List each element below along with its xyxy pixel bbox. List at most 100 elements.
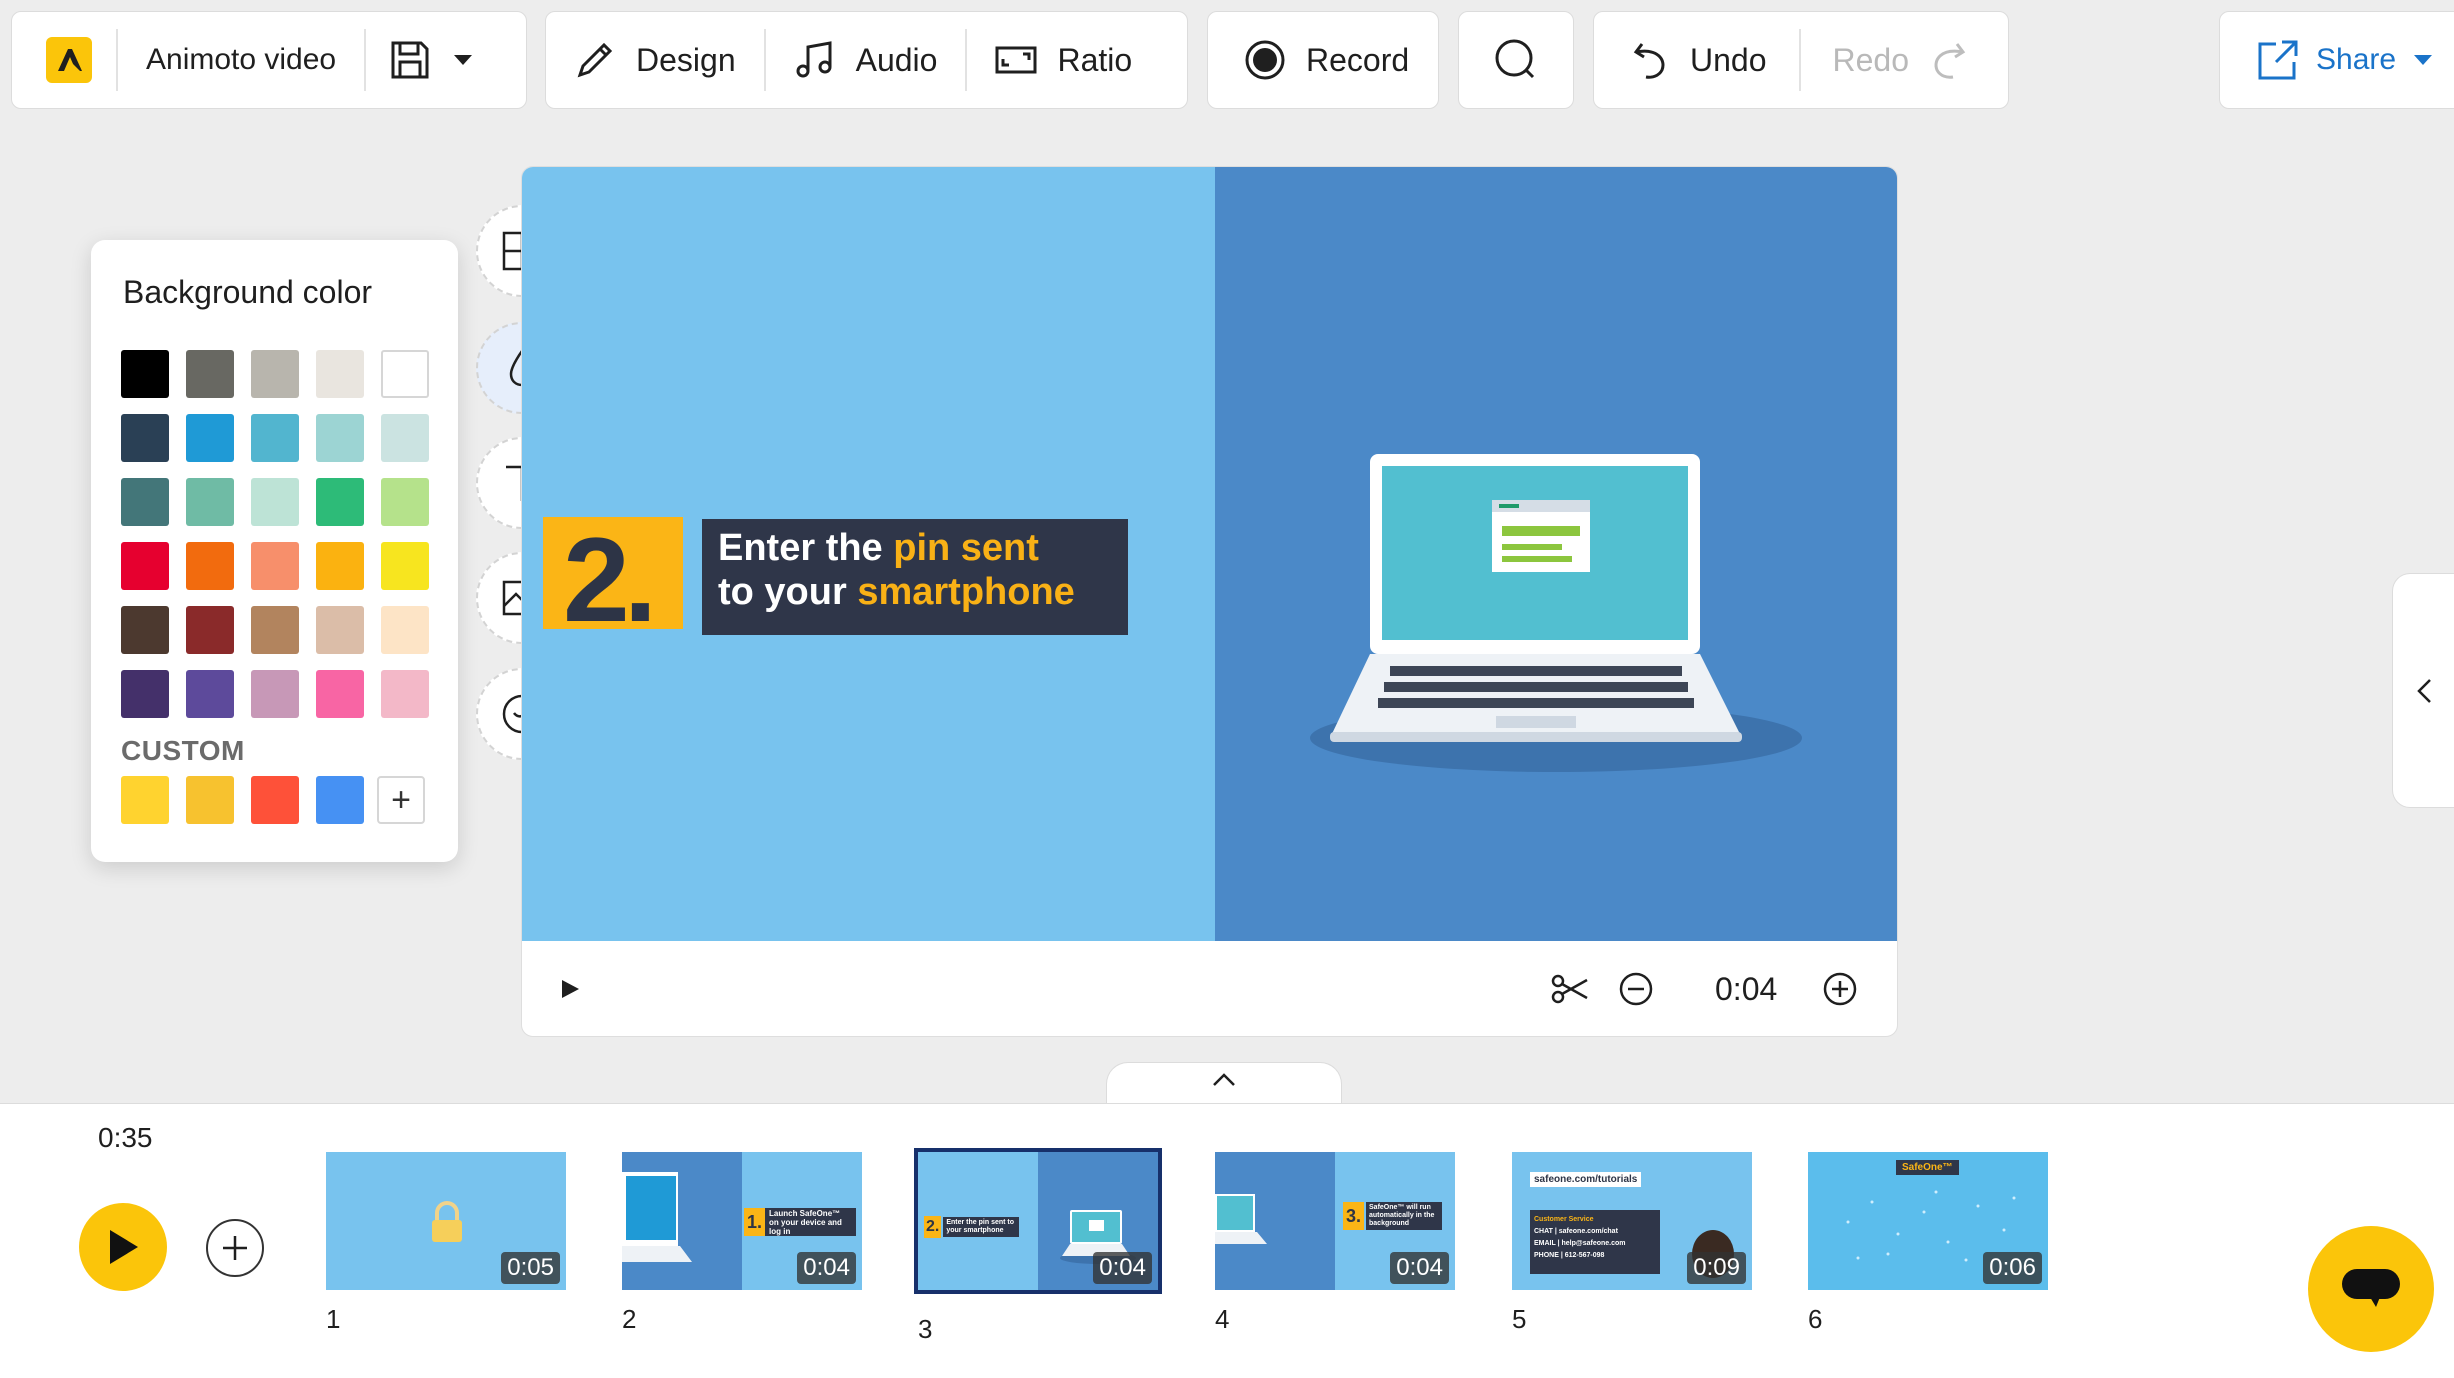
color-swatch[interactable] <box>121 414 169 462</box>
color-swatch[interactable] <box>251 350 299 398</box>
scene-duration-badge: 0:09 <box>1687 1252 1746 1284</box>
scene-duration-badge: 0:05 <box>501 1252 560 1284</box>
thumb-step-number: 3. <box>1343 1202 1365 1230</box>
thumb-step-number: 1. <box>744 1208 766 1236</box>
custom-color-swatch[interactable] <box>251 776 299 824</box>
thumb-caption: 3. SafeOne™ will run automatically in th… <box>1343 1202 1449 1230</box>
custom-color-swatch[interactable] <box>316 776 364 824</box>
record-icon <box>1245 40 1285 80</box>
toolbar-history-group: Undo Redo <box>1593 11 2009 109</box>
color-swatch[interactable] <box>186 542 234 590</box>
scene-duration-badge: 0:04 <box>1390 1252 1449 1284</box>
scene-thumbnail-5[interactable]: safeone.com/tutorials Customer Service C… <box>1512 1152 1752 1290</box>
scene-thumbnail-2[interactable]: 1. Launch SafeOne™ on your device and lo… <box>622 1152 862 1290</box>
search-button[interactable] <box>1493 12 1539 108</box>
design-label: Design <box>636 41 736 78</box>
custom-color-swatch[interactable] <box>121 776 169 824</box>
color-swatch[interactable] <box>251 670 299 718</box>
scene-number-2: 2 <box>622 1304 637 1334</box>
color-swatch[interactable] <box>316 670 364 718</box>
color-swatch[interactable] <box>316 350 364 398</box>
thumb-contact-box: Customer Service CHAT | safeone.com/chat… <box>1530 1210 1660 1274</box>
project-name[interactable]: Animoto video <box>118 12 364 108</box>
redo-button[interactable]: Redo <box>1801 12 2000 108</box>
step-number-badge[interactable]: 2. <box>543 513 683 647</box>
expand-right-panel-tab[interactable] <box>2392 573 2454 808</box>
color-swatch[interactable] <box>251 414 299 462</box>
share-button[interactable]: Share <box>2220 12 2454 108</box>
thumb-caption: 2. Enter the pin sent to your smartphone <box>924 1216 1028 1238</box>
undo-label: Undo <box>1690 41 1767 78</box>
help-chat-button[interactable] <box>2308 1226 2434 1352</box>
scene-canvas[interactable]: 2. Enter the pin sent to your smartphone <box>522 167 1897 941</box>
scene-play-button[interactable] <box>552 971 588 1007</box>
toolbar-search-group <box>1458 11 1574 109</box>
color-swatch[interactable] <box>121 606 169 654</box>
add-scene-button[interactable] <box>206 1219 264 1277</box>
toolbar-edit-group: Design Audio Ratio <box>545 11 1188 109</box>
color-swatch[interactable] <box>381 350 429 398</box>
chevron-down-icon <box>2414 55 2433 65</box>
thumb-contact-title: Customer Service <box>1534 1216 1594 1223</box>
step-caption-box[interactable]: Enter the pin sent to your smartphone <box>702 519 1128 635</box>
increase-duration-button[interactable] <box>1820 969 1860 1009</box>
color-swatch[interactable] <box>186 478 234 526</box>
color-swatch[interactable] <box>381 414 429 462</box>
expand-timeline-tab[interactable] <box>1106 1062 1342 1106</box>
scene-duration-badge: 0:06 <box>1983 1252 2042 1284</box>
laptop-illustration[interactable] <box>1286 442 1810 822</box>
color-swatch[interactable] <box>186 606 234 654</box>
color-swatch[interactable] <box>316 606 364 654</box>
thumb-caption: 1. Launch SafeOne™ on your device and lo… <box>744 1208 856 1236</box>
color-swatch[interactable] <box>186 350 234 398</box>
design-button[interactable]: Design <box>546 12 764 108</box>
color-swatch[interactable] <box>381 478 429 526</box>
logo-button[interactable] <box>12 12 116 108</box>
laptop-thumb-icon <box>1215 1194 1267 1244</box>
color-swatch[interactable] <box>381 670 429 718</box>
panel-title: Background color <box>123 274 373 310</box>
color-swatch[interactable] <box>251 606 299 654</box>
caption-line-1: Enter the pin sent <box>718 527 1039 570</box>
ratio-button[interactable]: Ratio <box>967 12 1160 108</box>
scene-thumbnail-4[interactable]: 3. SafeOne™ will run automatically in th… <box>1215 1152 1455 1290</box>
add-custom-color-button[interactable]: + <box>377 776 425 824</box>
scene-thumbnail-1[interactable]: 0:05 <box>326 1152 566 1290</box>
lock-icon <box>432 1200 462 1242</box>
color-swatch[interactable] <box>186 670 234 718</box>
color-swatch[interactable] <box>121 478 169 526</box>
trim-button[interactable] <box>1548 965 1592 1013</box>
laptop-thumb-icon <box>622 1172 692 1262</box>
color-swatch[interactable] <box>251 478 299 526</box>
total-duration: 0:35 <box>98 1122 153 1153</box>
playback-controls: 0:04 <box>522 941 1897 1036</box>
undo-icon <box>1633 43 1665 79</box>
decrease-duration-button[interactable] <box>1616 969 1656 1009</box>
custom-color-swatch[interactable] <box>186 776 234 824</box>
caption-line-1-white: Enter the <box>718 527 894 569</box>
undo-button[interactable]: Undo <box>1594 12 1799 108</box>
plus-icon <box>223 1236 247 1260</box>
color-swatch[interactable] <box>381 606 429 654</box>
color-swatch[interactable] <box>121 350 169 398</box>
thumb-brand: SafeOne™ <box>1896 1160 1959 1175</box>
color-swatch[interactable] <box>186 414 234 462</box>
color-swatch[interactable] <box>381 542 429 590</box>
color-swatch[interactable] <box>251 542 299 590</box>
play-all-button[interactable] <box>79 1203 167 1291</box>
scene-thumbnail-6[interactable]: SafeOne™ 0:06 <box>1808 1152 2048 1290</box>
record-button[interactable]: Record <box>1208 12 1441 108</box>
thumb-contact-chat: CHAT | safeone.com/chat <box>1534 1228 1618 1235</box>
color-swatch[interactable] <box>316 542 364 590</box>
color-swatch[interactable] <box>316 414 364 462</box>
color-swatch[interactable] <box>316 478 364 526</box>
minus-circle-icon <box>1619 972 1653 1006</box>
toolbar-record-group: Record <box>1207 11 1439 109</box>
color-swatch[interactable] <box>121 542 169 590</box>
save-button[interactable] <box>366 12 496 108</box>
scene-thumbnail-3[interactable]: 2. Enter the pin sent to your smartphone… <box>914 1148 1162 1294</box>
scene-duration: 0:04 <box>1715 971 1778 1007</box>
audio-button[interactable]: Audio <box>766 12 966 108</box>
thumb-caption-text: Enter the pin sent to your smartphone <box>943 1217 1020 1237</box>
color-swatch[interactable] <box>121 670 169 718</box>
